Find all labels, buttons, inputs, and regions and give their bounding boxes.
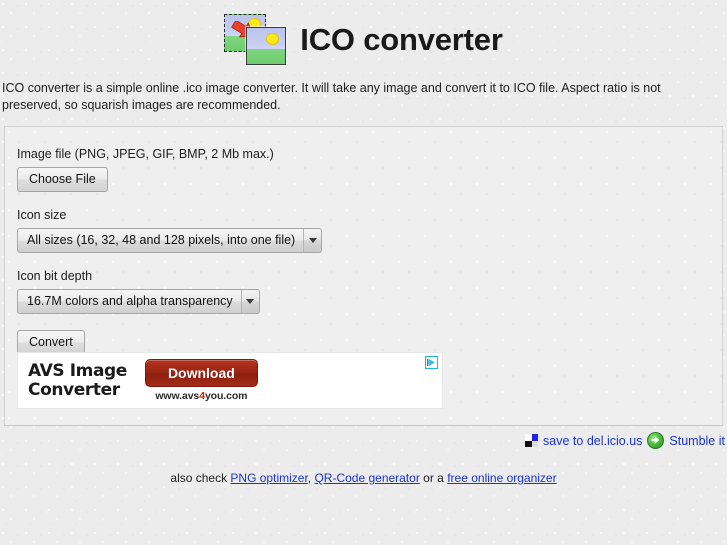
social-share-bar: save to del.icio.us Stumble it (0, 426, 727, 449)
bit-depth-select[interactable]: 16.7M colors and alpha transparency (17, 289, 260, 314)
bit-depth-selected-value: 16.7M colors and alpha transparency (27, 294, 233, 308)
logo-with-title: ICO converter (224, 14, 503, 66)
icon-size-field-group: Icon size All sizes (16, 32, 48 and 128 … (17, 208, 722, 253)
png-optimizer-link[interactable]: PNG optimizer (230, 471, 307, 485)
file-field-label: Image file (PNG, JPEG, GIF, BMP, 2 Mb ma… (17, 147, 274, 161)
ad-brand-name: AVS Image Converter (28, 360, 127, 400)
converter-form-panel: Image file (PNG, JPEG, GIF, BMP, 2 Mb ma… (4, 126, 723, 426)
image-convert-icon (224, 14, 287, 66)
page-header: ICO converter (0, 0, 727, 80)
footer-links: also check PNG optimizer, QR-Code genera… (0, 471, 727, 485)
bit-depth-label: Icon bit depth (17, 269, 93, 283)
ad-url: www.avs4you.com (145, 390, 258, 402)
delicious-link[interactable]: save to del.icio.us (543, 434, 642, 448)
ad-url-pre: www.avs (155, 390, 200, 402)
adchoices-icon[interactable] (425, 356, 438, 369)
result-image-icon (246, 27, 287, 65)
choose-file-button[interactable]: Choose File (17, 167, 108, 192)
ad-brand-line1: AVS Image (28, 360, 127, 381)
intro-description: ICO converter is a simple online .ico im… (2, 81, 661, 112)
stumbleupon-icon[interactable] (647, 432, 665, 449)
footer-sep-2: or a (419, 471, 448, 485)
delicious-icon[interactable] (525, 434, 539, 447)
ad-cta-group: Download www.avs4you.com (144, 359, 258, 402)
icon-size-selected-value: All sizes (16, 32, 48 and 128 pixels, in… (27, 233, 296, 247)
page-title: ICO converter (300, 22, 503, 57)
free-online-organizer-link[interactable]: free online organizer (447, 471, 556, 485)
icon-size-select[interactable]: All sizes (16, 32, 48 and 128 pixels, in… (17, 228, 323, 253)
stumbleupon-link[interactable]: Stumble it (669, 434, 725, 448)
footer-prefix: also check (170, 471, 231, 485)
ad-brand-line2: Converter (28, 379, 120, 400)
ad-url-post: you.com (204, 390, 248, 402)
sun-shape-front (267, 34, 279, 44)
bit-depth-field-group: Icon bit depth 16.7M colors and alpha tr… (17, 269, 722, 314)
chevron-down-icon[interactable] (303, 229, 322, 252)
advertisement-banner[interactable]: AVS Image Converter Download www.avs4you… (17, 352, 443, 409)
icon-size-label: Icon size (17, 208, 67, 222)
file-field-group: Image file (PNG, JPEG, GIF, BMP, 2 Mb ma… (17, 147, 722, 192)
qr-code-generator-link[interactable]: QR-Code generator (314, 471, 419, 485)
ad-download-button[interactable]: Download (144, 359, 258, 387)
chevron-down-icon[interactable] (240, 290, 259, 313)
